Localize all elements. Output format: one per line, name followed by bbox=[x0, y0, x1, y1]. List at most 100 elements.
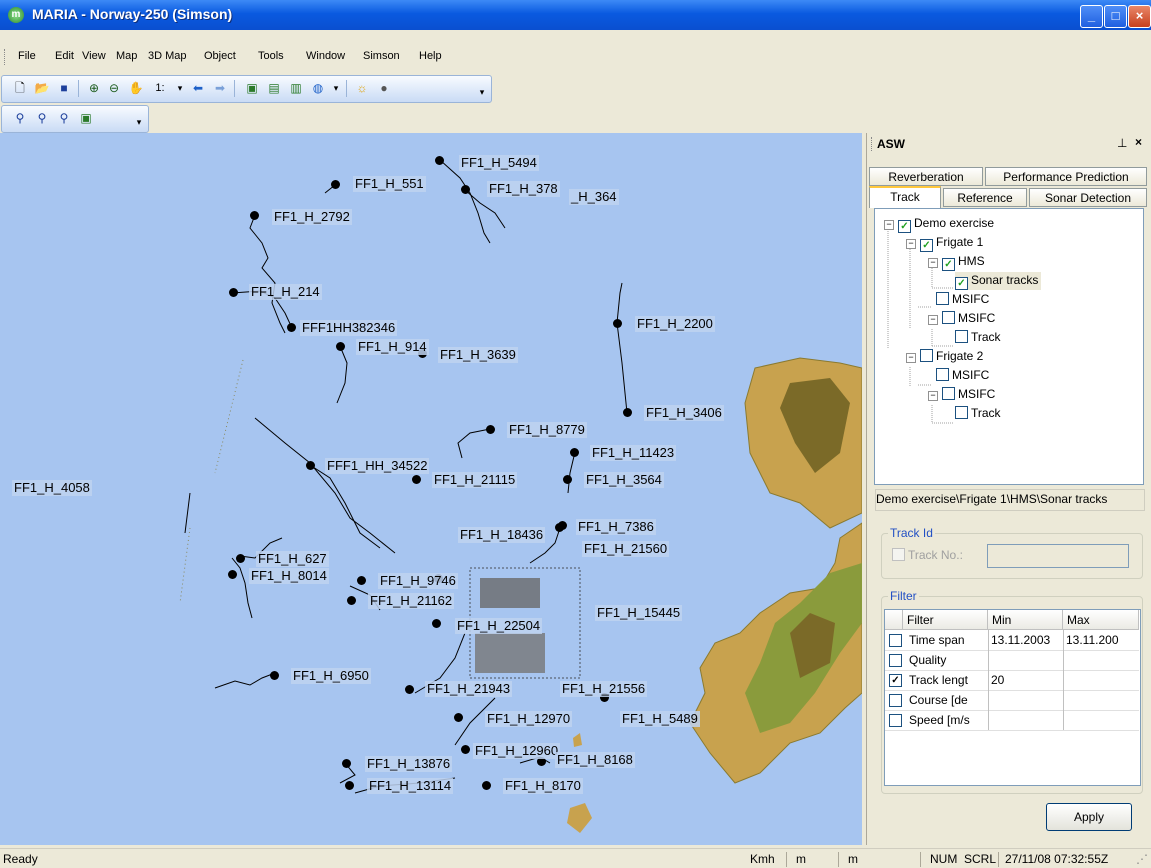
track-marker[interactable] bbox=[236, 554, 245, 563]
track-marker[interactable] bbox=[229, 288, 238, 297]
checkbox[interactable] bbox=[920, 349, 933, 362]
track-label[interactable]: FF1_H_13876 bbox=[365, 756, 453, 772]
menu-grip[interactable] bbox=[4, 49, 7, 65]
track-marker[interactable] bbox=[357, 576, 366, 585]
filter-checkbox[interactable] bbox=[889, 634, 902, 647]
track-label[interactable]: FF1_H_13114 bbox=[367, 778, 454, 794]
filter-checkbox[interactable]: ✓ bbox=[889, 674, 902, 687]
track-label[interactable]: FF1_H_5494 bbox=[459, 155, 539, 171]
tab-performance-prediction[interactable]: Performance Prediction bbox=[985, 167, 1147, 186]
filter-checkbox[interactable] bbox=[889, 654, 902, 667]
collapse-icon[interactable]: − bbox=[884, 220, 894, 230]
filter-checkbox[interactable] bbox=[889, 714, 902, 727]
filter-checkbox[interactable] bbox=[889, 694, 902, 707]
filter-row[interactable]: Quality bbox=[885, 651, 1139, 671]
map-import-icon[interactable]: ▤ bbox=[266, 80, 282, 96]
min-header[interactable]: Min bbox=[988, 610, 1063, 630]
tree-node[interactable]: − ✓ HMS bbox=[928, 253, 985, 271]
tab-reference[interactable]: Reference bbox=[943, 188, 1027, 207]
collapse-icon[interactable]: − bbox=[928, 315, 938, 325]
track-no-input[interactable] bbox=[987, 544, 1129, 568]
track-label[interactable]: FF1_H_21943 bbox=[425, 681, 513, 697]
menu-map[interactable]: Map bbox=[116, 50, 137, 62]
track-marker[interactable] bbox=[558, 521, 567, 530]
menu-file[interactable]: File bbox=[18, 50, 36, 62]
track-marker[interactable] bbox=[347, 596, 356, 605]
track-label[interactable]: FF1_H_3639 bbox=[438, 347, 518, 363]
chevron-down-icon[interactable]: ▾ bbox=[328, 80, 344, 96]
track-label[interactable]: FF1_H_2792 bbox=[272, 209, 352, 225]
track-zoom-icon[interactable]: ⚲ bbox=[34, 110, 50, 126]
track-marker[interactable] bbox=[435, 156, 444, 165]
track-label[interactable]: FF1_H_551 bbox=[353, 176, 426, 192]
track-marker[interactable] bbox=[412, 475, 421, 484]
collapse-icon[interactable]: − bbox=[928, 258, 938, 268]
track-label[interactable]: FF1_H_21556 bbox=[560, 681, 648, 697]
track-label[interactable]: FF1_H_914 bbox=[356, 339, 429, 355]
apply-button[interactable]: Apply bbox=[1046, 803, 1132, 831]
track-map-icon[interactable]: ▣ bbox=[78, 110, 94, 126]
track-label[interactable]: FF1_H_627 bbox=[256, 551, 329, 567]
menu-tools[interactable]: Tools bbox=[258, 50, 284, 62]
track-label[interactable]: FF1_H_214 bbox=[249, 284, 322, 300]
sphere-icon[interactable]: ● bbox=[376, 80, 392, 96]
track-label[interactable]: FF1_H_21560 bbox=[582, 541, 670, 557]
toolbar-overflow-icon[interactable]: ▾ bbox=[134, 114, 144, 130]
checkbox[interactable]: ✓ bbox=[898, 220, 911, 233]
pin-icon[interactable]: ⊥ bbox=[1117, 136, 1127, 150]
track-label[interactable]: FF1_H_22504 bbox=[455, 618, 543, 634]
globe-icon[interactable]: ◍ bbox=[310, 80, 326, 96]
track-marker[interactable] bbox=[461, 745, 470, 754]
tab-reverberation[interactable]: Reverberation bbox=[869, 167, 983, 186]
checkbox[interactable]: ✓ bbox=[942, 258, 955, 271]
chevron-down-icon[interactable]: ▾ bbox=[172, 80, 188, 96]
menu-window[interactable]: Window bbox=[306, 50, 345, 62]
track-label[interactable]: FF1_H_3564 bbox=[584, 472, 664, 488]
save-icon[interactable]: ■ bbox=[56, 80, 72, 96]
close-icon[interactable]: × bbox=[1135, 135, 1142, 149]
filter-min[interactable]: 13.11.2003 bbox=[991, 631, 1063, 650]
track-label[interactable]: FF1_H_18436 bbox=[458, 527, 546, 543]
filter-row[interactable]: Course [de bbox=[885, 691, 1139, 711]
tree-node-selected[interactable]: ✓ Sonar tracks bbox=[955, 272, 1042, 290]
track-label[interactable]: FF1_H_9746 bbox=[378, 573, 458, 589]
track-marker[interactable] bbox=[331, 180, 340, 189]
filter-header[interactable]: Filter bbox=[903, 610, 988, 630]
max-header[interactable]: Max bbox=[1063, 610, 1139, 630]
checkbox[interactable] bbox=[955, 330, 968, 343]
menu-help[interactable]: Help bbox=[419, 50, 442, 62]
checkbox[interactable] bbox=[936, 292, 949, 305]
tree-node[interactable]: − MSIFC bbox=[928, 386, 995, 402]
track-label[interactable]: FF1_H_5489 bbox=[620, 711, 700, 727]
track-label[interactable]: FF1_H_21162 bbox=[368, 593, 455, 609]
tree-node[interactable]: MSIFC bbox=[936, 367, 989, 383]
track-marker[interactable] bbox=[623, 408, 632, 417]
tree-node[interactable]: − ✓ Demo exercise bbox=[884, 215, 994, 233]
tree-node[interactable]: MSIFC bbox=[936, 291, 989, 307]
track-no-checkbox[interactable]: Track No.: bbox=[892, 548, 963, 562]
track-label[interactable]: FF1_H_4058 bbox=[12, 480, 92, 496]
track-label[interactable]: FF1_H_8168 bbox=[555, 752, 635, 768]
map-export-icon[interactable]: ▥ bbox=[288, 80, 304, 96]
track-label[interactable]: FF1_H_378 bbox=[487, 181, 560, 197]
menu-3d-map[interactable]: 3D Map bbox=[148, 50, 187, 62]
track-label[interactable]: FF1_H_15445 bbox=[595, 605, 683, 621]
forward-arrow-icon[interactable]: ➡ bbox=[212, 80, 228, 96]
checkbox[interactable] bbox=[955, 406, 968, 419]
sun-icon[interactable]: ☼ bbox=[354, 80, 370, 96]
track-marker[interactable] bbox=[613, 319, 622, 328]
menu-view[interactable]: View bbox=[82, 50, 106, 62]
collapse-icon[interactable]: − bbox=[928, 391, 938, 401]
checkbox[interactable]: ✓ bbox=[920, 239, 933, 252]
track-label[interactable]: FF1_H_8779 bbox=[507, 422, 587, 438]
track-marker[interactable] bbox=[454, 713, 463, 722]
track-label[interactable]: FF1_H_12960 bbox=[473, 743, 561, 759]
track-label[interactable]: FF1_H_8014 bbox=[249, 568, 329, 584]
maximize-button[interactable]: □ bbox=[1104, 5, 1127, 28]
tree-node[interactable]: − MSIFC bbox=[928, 310, 995, 326]
track-label[interactable]: FFF1_HH_34522 bbox=[325, 458, 430, 474]
map-layer-icon[interactable]: ▣ bbox=[244, 80, 260, 96]
track-marker[interactable] bbox=[482, 781, 491, 790]
track-label[interactable]: FF1_H_21115 bbox=[432, 472, 518, 488]
pan-hand-icon[interactable]: ✋ bbox=[128, 80, 144, 96]
